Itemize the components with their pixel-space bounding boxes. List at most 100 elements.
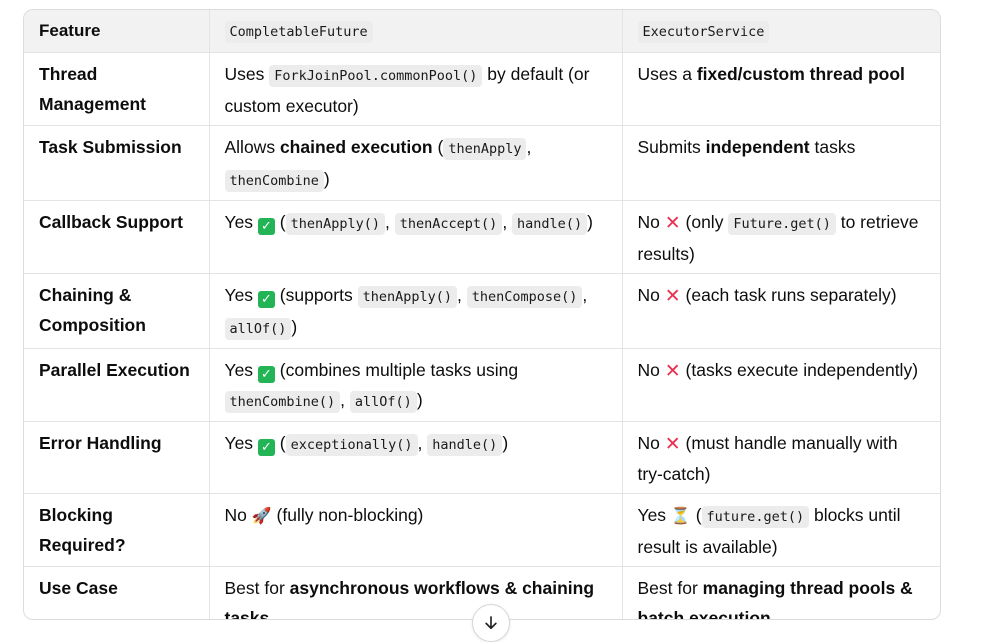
rocket-icon: 🚀 xyxy=(251,505,272,525)
cell-bold-text: independent xyxy=(705,136,810,157)
table-row: Callback Support Yes ✓ (thenApply(), then… xyxy=(24,200,940,274)
cell-bold-text: chained execution xyxy=(279,136,433,157)
cross-icon: ✕ xyxy=(664,432,681,455)
cell-text: ) xyxy=(502,432,509,453)
scroll-to-bottom-button[interactable] xyxy=(472,604,510,642)
table-row: Parallel Execution Yes ✓ (combines multip… xyxy=(24,348,940,422)
feature-cell: Callback Support xyxy=(24,200,210,274)
table-row: Task Submission Allows chained execution … xyxy=(24,125,940,201)
comparison-table: Feature CompletableFuture ExecutorServic… xyxy=(24,10,940,620)
executorservice-cell: Yes ⏳ (future.get() blocks until result … xyxy=(622,493,940,567)
cell-text: Yes xyxy=(224,211,258,232)
inline-code: thenApply xyxy=(443,137,527,160)
cell-text: tasks xyxy=(809,136,856,157)
table-row: Chaining & Composition Yes ✓ (supports th… xyxy=(24,273,940,349)
header-executorservice: ExecutorService xyxy=(622,10,940,53)
cell-text: ( xyxy=(690,504,702,525)
completablefuture-cell: Yes ✓ (supports thenApply(), thenCompose… xyxy=(209,273,623,349)
feature-cell: Thread Management xyxy=(24,52,210,126)
cell-text: , xyxy=(340,389,350,410)
executorservice-cell: No ✕ (only Future.get() to retrieve resu… xyxy=(622,200,940,274)
header-completablefuture: CompletableFuture xyxy=(209,10,623,53)
cell-text: Allows xyxy=(224,136,280,157)
executorservice-cell: Uses a fixed/custom thread pool xyxy=(622,52,940,126)
cell-text: (fully non-blocking) xyxy=(271,504,424,525)
cell-text: (tasks execute independently) xyxy=(680,359,919,380)
cell-text: , xyxy=(526,136,532,157)
cell-text: (only xyxy=(680,211,729,232)
header-completablefuture-code: CompletableFuture xyxy=(224,20,373,43)
cell-text: (combines multiple tasks using xyxy=(274,359,519,380)
inline-code: handle() xyxy=(512,212,588,235)
hourglass-icon: ⏳ xyxy=(670,505,691,525)
header-feature: Feature xyxy=(24,10,210,53)
cell-text: ( xyxy=(432,136,444,157)
completablefuture-cell: Allows chained execution (thenApply, the… xyxy=(209,125,623,201)
cell-text: Yes xyxy=(637,504,671,525)
cell-text: Uses xyxy=(224,63,270,84)
cell-text: No xyxy=(637,359,665,380)
table-body: Thread Management Uses ForkJoinPool.commo… xyxy=(24,52,940,620)
inline-code: thenCompose() xyxy=(466,285,583,308)
executorservice-cell: No ✕ (must handle manually with try-catc… xyxy=(622,421,940,494)
inline-code: allOf() xyxy=(224,317,292,340)
inline-code: future.get() xyxy=(701,505,810,528)
cell-bold-text: fixed/custom thread pool xyxy=(696,63,905,84)
table-row: Blocking Required? No 🚀 (fully non-blocki… xyxy=(24,493,940,567)
cell-text: , xyxy=(385,211,395,232)
inline-code: thenCombine xyxy=(224,169,324,192)
table-row: Thread Management Uses ForkJoinPool.commo… xyxy=(24,52,940,126)
cell-text: Uses a xyxy=(637,63,697,84)
inline-code: allOf() xyxy=(349,390,417,413)
cell-text: ) xyxy=(323,168,330,189)
feature-cell: Chaining & Composition xyxy=(24,273,210,349)
cell-text: ( xyxy=(274,211,286,232)
inline-code: handle() xyxy=(427,433,503,456)
cell-text: Submits xyxy=(637,136,706,157)
cell-text: Yes xyxy=(224,359,258,380)
cell-text: No xyxy=(637,211,665,232)
cross-icon: ✕ xyxy=(664,211,681,234)
cross-icon: ✕ xyxy=(664,359,681,382)
check-icon: ✓ xyxy=(257,438,275,456)
executorservice-cell: No ✕ (tasks execute independently) xyxy=(622,348,940,422)
executorservice-cell: Submits independent tasks xyxy=(622,125,940,201)
check-icon: ✓ xyxy=(257,217,275,235)
feature-cell: Blocking Required? xyxy=(24,493,210,567)
completablefuture-cell: No 🚀 (fully non-blocking) xyxy=(209,493,623,567)
cell-text: Yes xyxy=(224,432,258,453)
comparison-table-container: Feature CompletableFuture ExecutorServic… xyxy=(23,9,941,620)
cell-text: , xyxy=(502,211,513,232)
feature-cell: Parallel Execution xyxy=(24,348,210,422)
inline-code: Future.get() xyxy=(728,212,836,235)
check-icon: ✓ xyxy=(257,290,275,308)
inline-code: thenCombine() xyxy=(224,390,341,413)
executorservice-cell: No ✕ (each task runs separately) xyxy=(622,273,940,349)
feature-cell: Use Case xyxy=(24,566,210,619)
cell-text: No xyxy=(637,432,665,453)
cell-text: (supports xyxy=(274,284,358,305)
feature-cell: Error Handling xyxy=(24,421,210,494)
cell-text: , xyxy=(457,284,467,305)
table-row: Error Handling Yes ✓ (exceptionally(), ha… xyxy=(24,421,940,494)
inline-code: thenApply() xyxy=(357,285,458,308)
inline-code: thenAccept() xyxy=(394,212,503,235)
cell-text: No xyxy=(224,504,252,525)
cell-text: (each task runs separately) xyxy=(680,284,897,305)
arrow-down-icon xyxy=(485,616,497,630)
completablefuture-cell: Yes ✓ (thenApply(), thenAccept(), handle… xyxy=(209,200,623,274)
check-icon: ✓ xyxy=(257,365,275,383)
completablefuture-cell: Yes ✓ (combines multiple tasks using the… xyxy=(209,348,623,422)
completablefuture-cell: Uses ForkJoinPool.commonPool() by defaul… xyxy=(209,52,623,126)
inline-code: thenApply() xyxy=(285,212,386,235)
cell-text: Best for xyxy=(637,577,703,598)
cell-text: Best for xyxy=(224,577,290,598)
header-executorservice-code: ExecutorService xyxy=(637,20,770,43)
executorservice-cell: Best for managing thread pools & batch e… xyxy=(622,566,940,620)
completablefuture-cell: Yes ✓ (exceptionally(), handle()) xyxy=(209,421,623,494)
cell-text: ( xyxy=(274,432,286,453)
completablefuture-cell: Best for asynchronous workflows & chaini… xyxy=(209,566,623,619)
cell-text: ) xyxy=(291,316,298,337)
table-header-row: Feature CompletableFuture ExecutorServic… xyxy=(24,10,940,53)
cell-text: ) xyxy=(416,389,423,410)
